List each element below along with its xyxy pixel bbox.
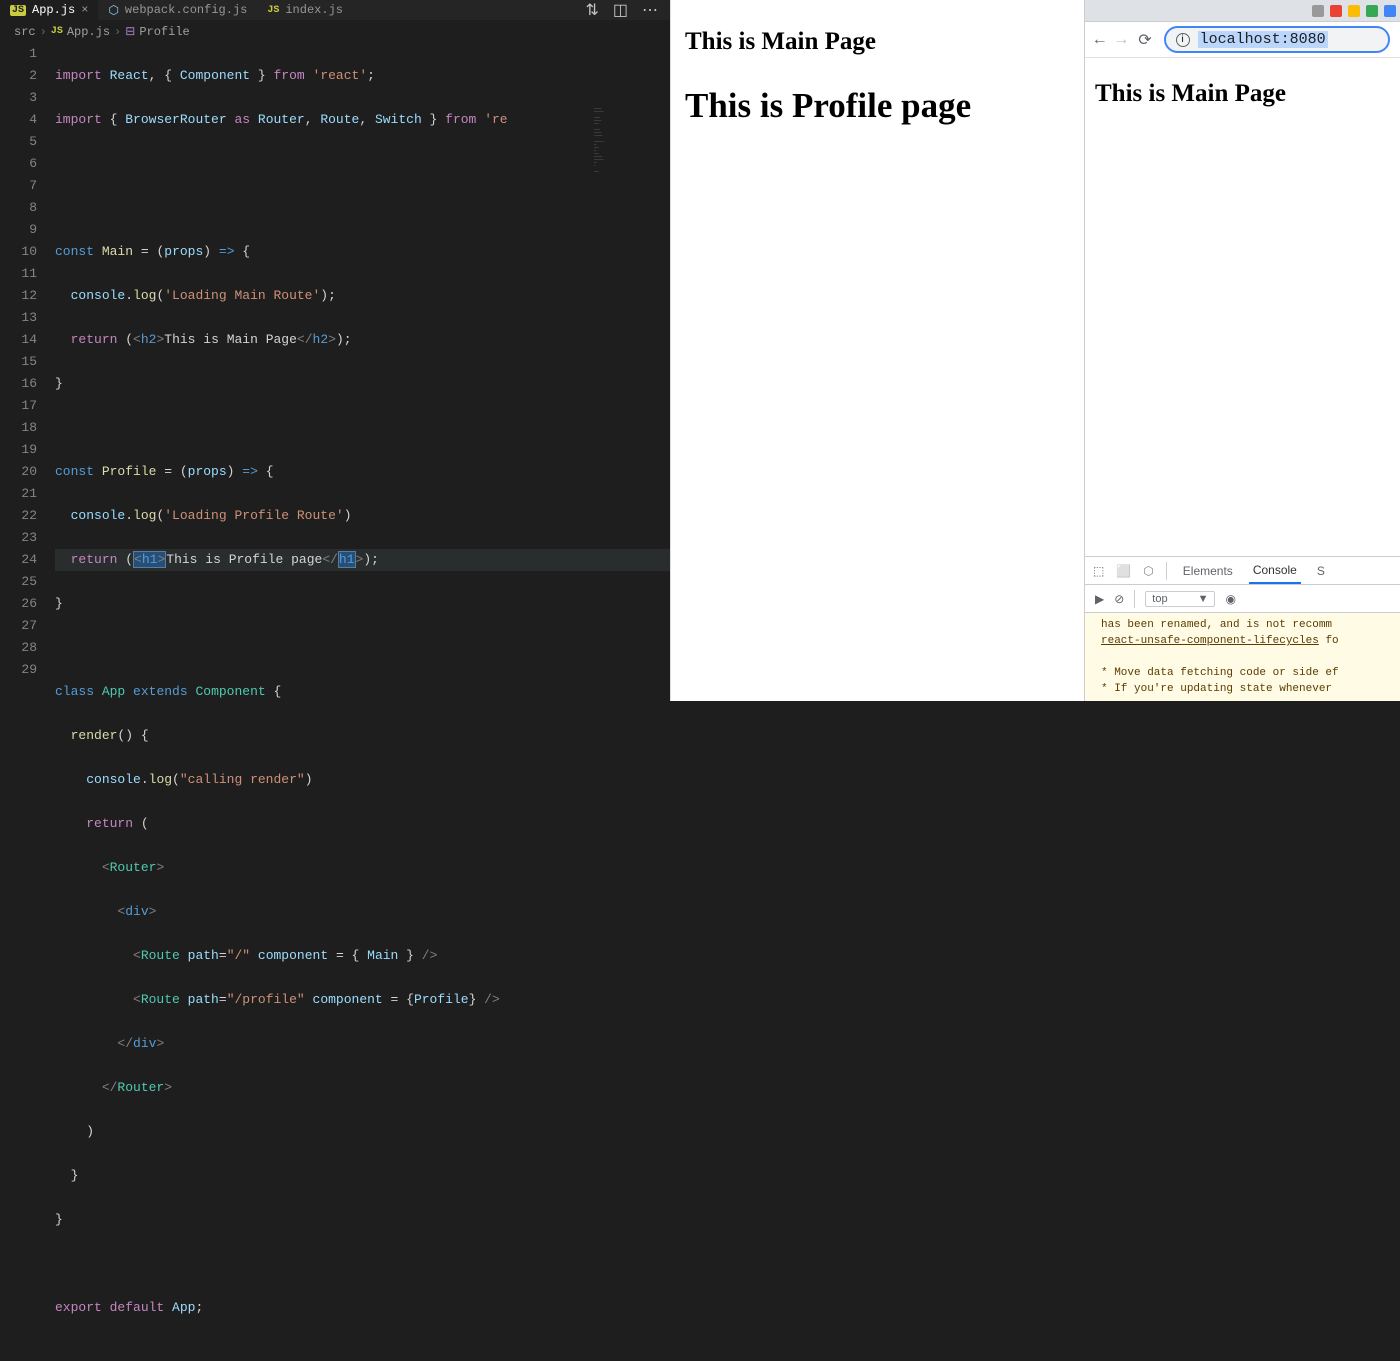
browser-toolbar: ← → ⟳ i localhost:8080 xyxy=(1085,22,1400,58)
extension-icon[interactable] xyxy=(1384,5,1396,17)
js-icon: JS xyxy=(10,5,26,16)
breadcrumb-folder: src xyxy=(14,25,36,39)
extension-icon[interactable] xyxy=(1330,5,1342,17)
cube-icon[interactable]: ⬡ xyxy=(1143,564,1153,578)
close-icon[interactable]: × xyxy=(81,3,88,17)
split-editor-icon[interactable]: ◫ xyxy=(613,0,628,20)
clear-icon[interactable]: ⊘ xyxy=(1114,592,1124,606)
context-dropdown[interactable]: top▼ xyxy=(1145,591,1215,607)
breadcrumb[interactable]: src › JS App.js › ⊟ Profile xyxy=(0,20,670,43)
eye-icon[interactable]: ◉ xyxy=(1225,592,1235,606)
forward-icon[interactable]: → xyxy=(1117,31,1127,49)
js-icon: JS xyxy=(267,5,279,16)
editor-body: 1234567891011121314151617181920212223242… xyxy=(0,43,670,1361)
more-icon[interactable]: ⋯ xyxy=(642,0,658,20)
tab-index-js[interactable]: JS index.js xyxy=(257,0,353,20)
chevron-right-icon: › xyxy=(114,25,121,39)
tab-app-js[interactable]: JS App.js × xyxy=(0,0,98,20)
tab-webpack-config[interactable]: ⬡ webpack.config.js xyxy=(98,0,257,20)
devtools-filter-bar: ▶ ⊘ top▼ ◉ xyxy=(1085,585,1400,613)
extension-icon[interactable] xyxy=(1366,5,1378,17)
tab-sources[interactable]: S xyxy=(1313,557,1329,584)
webpack-icon: ⬡ xyxy=(108,3,118,18)
tab-elements[interactable]: Elements xyxy=(1179,557,1237,584)
preview-panel-1: This is Main Page This is Profile page xyxy=(670,0,1084,701)
inspect-icon[interactable]: ⬚ xyxy=(1093,564,1104,578)
browser-panel: ← → ⟳ i localhost:8080 This is Main Page… xyxy=(1084,0,1400,701)
extension-icon[interactable] xyxy=(1348,5,1360,17)
tab-bar: JS App.js × ⬡ webpack.config.js JS index… xyxy=(0,0,670,20)
browser-tab-strip xyxy=(1085,0,1400,22)
chevron-right-icon: › xyxy=(40,25,47,39)
browser-content: This is Main Page xyxy=(1085,58,1400,556)
code-area[interactable]: import React, { Component } from 'react'… xyxy=(55,43,670,1361)
js-icon: JS xyxy=(51,26,63,37)
preview-main-heading: This is Main Page xyxy=(685,28,1070,56)
line-gutter: 1234567891011121314151617181920212223242… xyxy=(0,43,55,1361)
tab-actions: ⇅ ◫ ⋯ xyxy=(585,0,670,20)
back-icon[interactable]: ← xyxy=(1095,31,1105,49)
tab-label: webpack.config.js xyxy=(125,3,247,17)
url-text: localhost:8080 xyxy=(1198,31,1328,48)
breadcrumb-symbol: Profile xyxy=(139,25,189,39)
tab-label: App.js xyxy=(32,3,75,17)
page-heading: This is Main Page xyxy=(1095,80,1390,108)
devtools: ⬚ ⬜ ⬡ Elements Console S ▶ ⊘ top▼ ◉ has … xyxy=(1085,556,1400,701)
device-icon[interactable]: ⬜ xyxy=(1116,564,1131,578)
extension-icon[interactable] xyxy=(1312,5,1324,17)
tab-label: index.js xyxy=(285,3,343,17)
devtools-tabs: ⬚ ⬜ ⬡ Elements Console S xyxy=(1085,557,1400,585)
play-icon[interactable]: ▶ xyxy=(1095,592,1104,606)
vscode-editor: JS App.js × ⬡ webpack.config.js JS index… xyxy=(0,0,670,701)
url-bar[interactable]: i localhost:8080 xyxy=(1164,26,1390,53)
tab-console[interactable]: Console xyxy=(1249,557,1301,584)
breadcrumb-file: App.js xyxy=(67,25,110,39)
console-warning: has been renamed, and is not recomm reac… xyxy=(1085,613,1400,701)
preview-profile-heading: This is Profile page xyxy=(685,86,1070,126)
info-icon[interactable]: i xyxy=(1176,33,1190,47)
compare-icon[interactable]: ⇅ xyxy=(585,0,598,20)
console-link[interactable]: react-unsafe-component-lifecycles xyxy=(1101,635,1319,647)
reload-icon[interactable]: ⟳ xyxy=(1138,30,1151,50)
method-icon: ⊟ xyxy=(125,24,135,39)
minimap[interactable]: ▬▬▬▬▬▬▬▬▬▬▬▬▬▬▬▬▬▬▬▬▬▬▬▬▬▬▬▬▬▬▬▬▬▬▬▬▬▬▬▬… xyxy=(590,103,670,303)
